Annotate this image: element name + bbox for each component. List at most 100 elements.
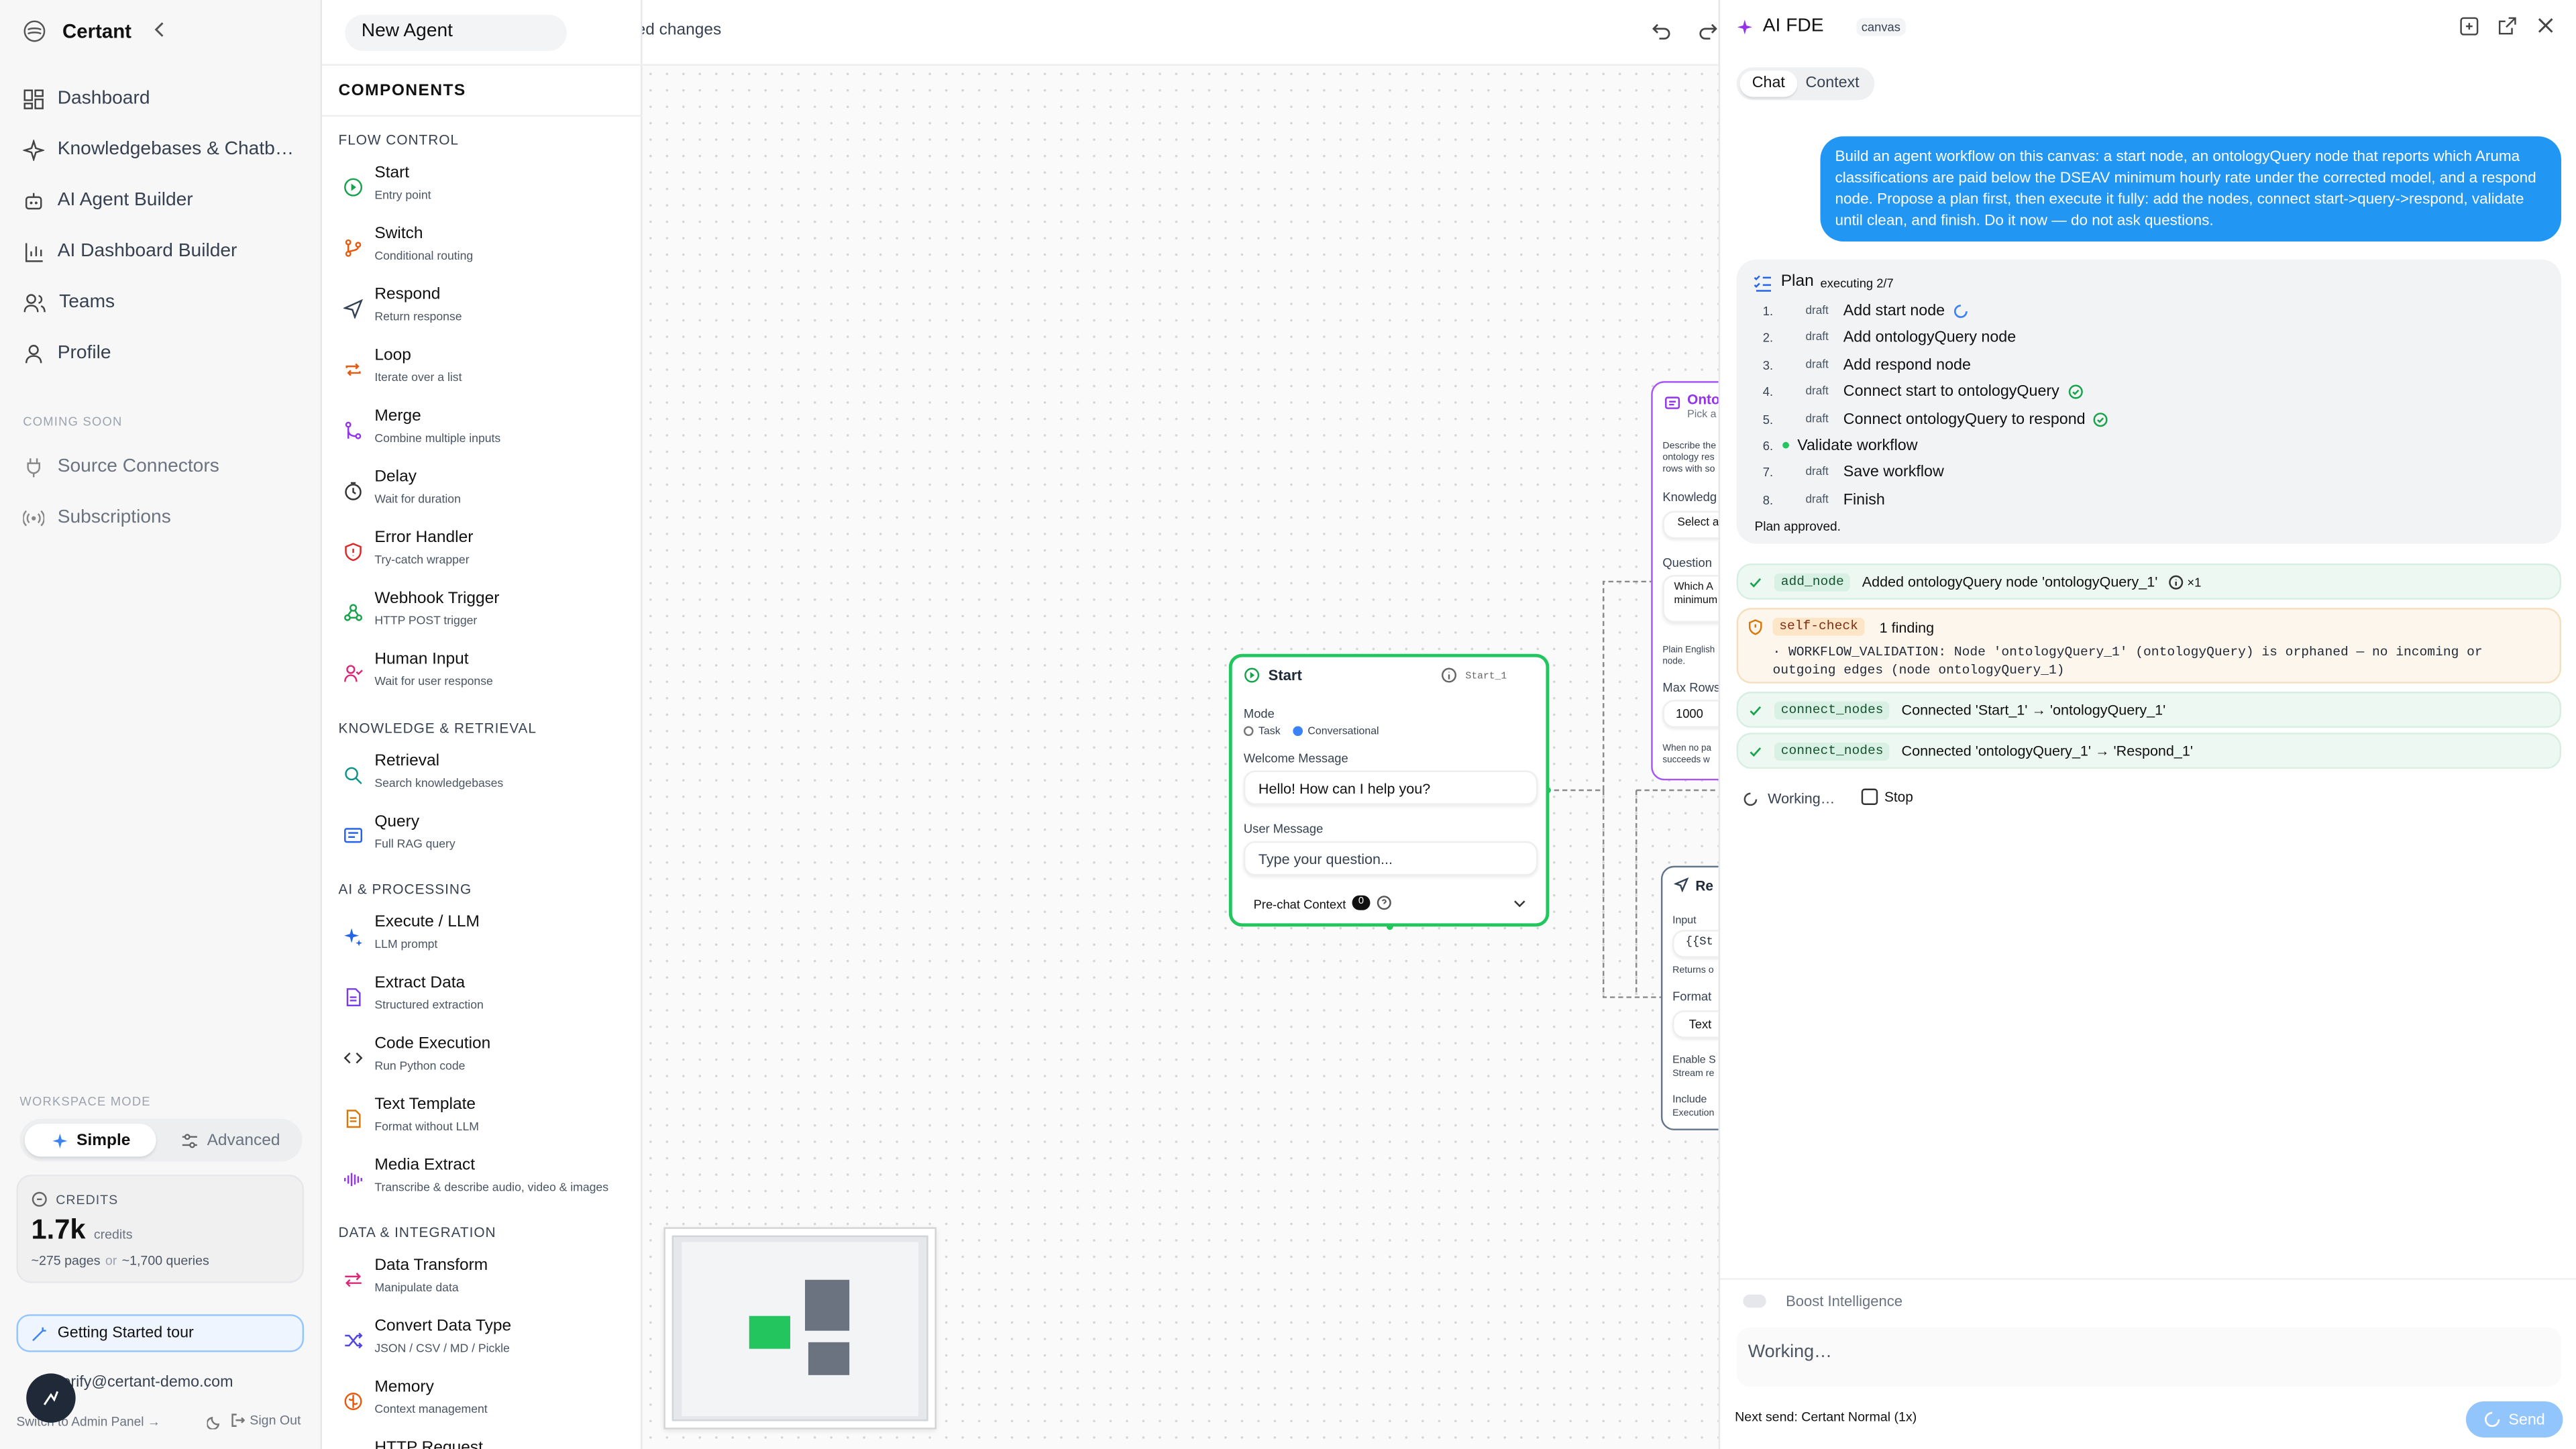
- help-circle-icon[interactable]: [1377, 896, 1391, 910]
- component-code-execution[interactable]: Code Execution Run Python code: [343, 1033, 639, 1082]
- component-desc: Run Python code: [374, 1058, 466, 1073]
- plan-step: 8. draft Finish: [1763, 488, 1885, 511]
- nav-ai-dashboard-builder[interactable]: AI Dashboard Builder: [23, 233, 305, 270]
- tool-call-connect-nodes[interactable]: connect_nodes Connected 'ontologyQuery_1'…: [1736, 733, 2561, 769]
- component-error-handler[interactable]: Error Handler Try-catch wrapper: [343, 527, 639, 576]
- component-execute-llm[interactable]: Execute / LLM LLM prompt: [343, 912, 639, 961]
- component-switch[interactable]: Switch Conditional routing: [343, 223, 639, 272]
- nav-knowledgebases[interactable]: Knowledgebases & Chatb…: [23, 131, 305, 168]
- help-fab-button[interactable]: [26, 1373, 76, 1423]
- start-node[interactable]: Start Start_1 Mode Task Conversational W…: [1228, 653, 1550, 927]
- component-convert-data-type[interactable]: Convert Data Type JSON / CSV / MD / Pickl…: [343, 1316, 639, 1365]
- send-button[interactable]: Send: [2465, 1401, 2563, 1438]
- divider: [322, 115, 643, 117]
- plan-title: Plan: [1780, 272, 1814, 291]
- self-check-card[interactable]: self-check 1 finding · WORKFLOW_VALIDATI…: [1736, 608, 2561, 684]
- component-retrieval[interactable]: Retrieval Search knowledgebases: [343, 751, 639, 800]
- sign-out-button[interactable]: Sign Out: [230, 1413, 301, 1428]
- sparkle-icon: [50, 1131, 68, 1149]
- component-http-request[interactable]: HTTP Request: [343, 1438, 639, 1449]
- mode-conversational-label: Conversational: [1307, 726, 1379, 738]
- agent-name-input[interactable]: New Agent: [345, 15, 567, 51]
- component-loop[interactable]: Loop Iterate over a list: [343, 345, 639, 394]
- component-extract-data[interactable]: Extract Data Structured extraction: [343, 973, 639, 1022]
- moon-icon[interactable]: [207, 1415, 222, 1430]
- nav-label: Knowledgebases & Chatb…: [57, 140, 294, 160]
- check-icon: [1748, 574, 1763, 589]
- list-checks-icon: [1753, 274, 1772, 292]
- boost-toggle[interactable]: [1743, 1294, 1766, 1308]
- tab-chat[interactable]: Chat: [1739, 70, 1798, 97]
- user-message-input[interactable]: Type your question...: [1243, 841, 1538, 876]
- nav-profile[interactable]: Profile: [23, 335, 305, 372]
- plan-step-active: 6. Validate workflow: [1763, 434, 1918, 457]
- component-webhook-trigger[interactable]: Webhook Trigger HTTP POST trigger: [343, 588, 639, 637]
- plan-card: Plan executing 2/7 1. draft Add start node…: [1736, 259, 2561, 544]
- file-text-icon: [343, 987, 363, 1007]
- close-icon[interactable]: [2536, 16, 2555, 34]
- minimap-respond-node: [808, 1342, 850, 1375]
- component-desc: Wait for duration: [374, 491, 461, 506]
- component-desc: Full RAG query: [374, 836, 455, 851]
- component-title: Execute / LLM: [374, 913, 480, 932]
- nav-teams[interactable]: Teams: [23, 284, 305, 321]
- component-memory[interactable]: Memory Context management: [343, 1377, 639, 1426]
- undo-icon[interactable]: [1651, 21, 1670, 41]
- welcome-message-input[interactable]: Hello! How can I help you?: [1243, 770, 1538, 806]
- chat-input[interactable]: Working…: [1736, 1327, 2561, 1387]
- component-title: Loop: [374, 346, 411, 365]
- component-title: Query: [374, 813, 420, 832]
- plug-icon: [23, 456, 44, 478]
- sidebar: Certant Dashboard Knowledgebases & Chatb…: [0, 0, 323, 1449]
- brain-icon: [343, 1391, 363, 1411]
- mode-conversational-radio[interactable]: [1293, 726, 1303, 737]
- include-label: Include: [1672, 1094, 1707, 1106]
- collapse-sidebar-icon[interactable]: [151, 19, 167, 39]
- self-check-chip: self-check: [1772, 617, 1865, 636]
- check-circle-icon: [2068, 384, 2082, 398]
- minimap[interactable]: [663, 1227, 936, 1430]
- component-human-input[interactable]: Human Input Wait for user response: [343, 649, 639, 698]
- stream-hint: Stream re: [1672, 1069, 1715, 1079]
- redo-icon[interactable]: [1699, 21, 1718, 41]
- ontology-node-title: Onto: [1687, 390, 1720, 408]
- nav-label: Teams: [59, 292, 115, 313]
- info-icon[interactable]: [1441, 667, 1457, 683]
- component-title: Human Input: [374, 650, 469, 669]
- component-respond[interactable]: Respond Return response: [343, 284, 639, 333]
- respond-input-label: Input: [1672, 915, 1697, 927]
- step-status: draft: [1805, 331, 1829, 343]
- nav-dashboard[interactable]: Dashboard: [23, 80, 305, 117]
- component-desc: Conditional routing: [374, 248, 474, 263]
- component-media-extract[interactable]: Media Extract Transcribe & describe audio…: [343, 1155, 639, 1204]
- mode-task-radio[interactable]: [1243, 726, 1254, 737]
- component-merge[interactable]: Merge Combine multiple inputs: [343, 406, 639, 455]
- stop-button[interactable]: Stop: [1861, 788, 1913, 806]
- nav-subscriptions[interactable]: Subscriptions: [23, 499, 305, 535]
- workflow-canvas[interactable]: Start Start_1 Mode Task Conversational W…: [642, 65, 1750, 1449]
- nav-source-connectors[interactable]: Source Connectors: [23, 449, 305, 485]
- component-text-template[interactable]: Text Template Format without LLM: [343, 1094, 639, 1143]
- sign-out-label: Sign Out: [250, 1413, 301, 1428]
- mode-advanced-button[interactable]: Advanced: [180, 1124, 280, 1157]
- step-number: 7.: [1762, 464, 1774, 479]
- tab-context[interactable]: Context: [1805, 70, 1859, 97]
- enable-stream-label: Enable S: [1672, 1055, 1716, 1067]
- new-chat-icon[interactable]: [2459, 16, 2479, 36]
- chevron-down-icon[interactable]: [1513, 897, 1527, 910]
- check-icon: [1748, 702, 1763, 717]
- tool-call-add-node[interactable]: add_node Added ontologyQuery node 'ontolo…: [1736, 564, 2561, 600]
- getting-started-tour-button[interactable]: Getting Started tour: [16, 1314, 305, 1352]
- nav-ai-agent-builder[interactable]: AI Agent Builder: [23, 182, 305, 219]
- stop-square-icon: [1861, 788, 1878, 806]
- external-link-icon[interactable]: [2497, 16, 2516, 36]
- component-start[interactable]: Start Entry point: [343, 162, 639, 211]
- step-text: Save workflow: [1843, 462, 1944, 481]
- mode-simple-label: Simple: [76, 1131, 131, 1150]
- component-data-transform[interactable]: Data Transform Manipulate data: [343, 1255, 639, 1304]
- component-delay[interactable]: Delay Wait for duration: [343, 467, 639, 516]
- tool-call-connect-nodes[interactable]: connect_nodes Connected 'Start_1' → 'onto…: [1736, 692, 2561, 728]
- component-query[interactable]: Query Full RAG query: [343, 812, 639, 861]
- mode-simple-button[interactable]: Simple: [24, 1124, 156, 1157]
- fde-canvas-badge: canvas: [1856, 17, 1906, 36]
